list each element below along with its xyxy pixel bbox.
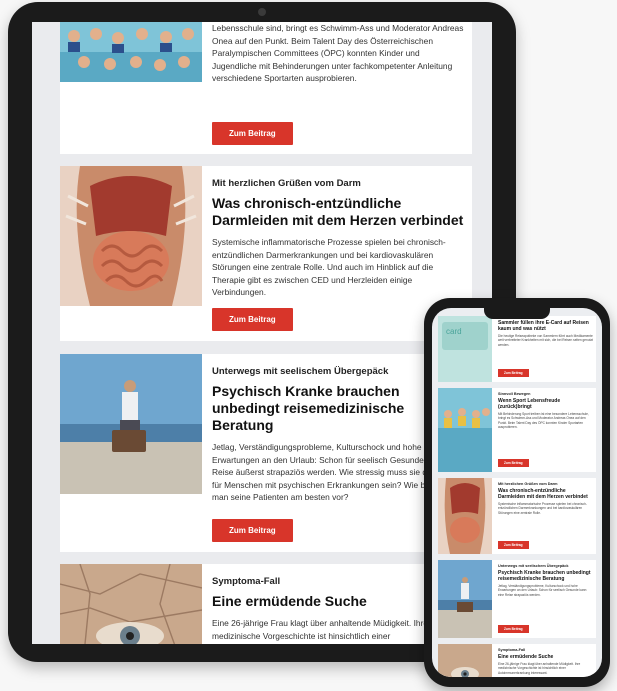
phone-zum-beitrag-button[interactable]: Zum Beitrag: [498, 369, 529, 377]
article-text: Lebensschule sind, bringt es Schwimm-Ass…: [212, 23, 464, 83]
phone-item-text: Die heutige Reiseapotheke von Sammlern f…: [498, 334, 593, 347]
article-body: Mit herzlichen Grüßen vom Darm Was chron…: [212, 178, 464, 299]
phone-list-item: Mit herzlichen Grüßen vom Darm Was chron…: [438, 478, 596, 554]
phone-item-text: Jetlag, Verständigungsprobleme, Kultursc…: [498, 584, 587, 597]
phone-thumb-eye: [438, 644, 492, 677]
phone-item-body: Symptoma-Fall Eine ermüdende Suche Eine …: [498, 648, 593, 675]
phone-device: card Sammler füllen ihre E-Card auf Reis…: [424, 298, 610, 687]
article-body: Lebensschule sind, bringt es Schwimm-Ass…: [212, 22, 464, 85]
phone-list-item: Unterwegs mit seelischem Übergepäck Psyc…: [438, 560, 596, 638]
phone-item-title[interactable]: Sammler füllen ihre E-Card auf Reisen ka…: [498, 320, 593, 332]
phone-zum-beitrag-button[interactable]: Zum Beitrag: [498, 459, 529, 467]
article-text: Systemische inflammatorische Prozesse sp…: [212, 237, 446, 297]
phone-zum-beitrag-button[interactable]: Zum Beitrag: [498, 625, 529, 633]
phone-item-text: Systemische inflammatorische Prozesse sp…: [498, 502, 587, 515]
phone-list-item: card Sammler füllen ihre E-Card auf Reis…: [438, 316, 596, 382]
phone-item-text: Mit Behinderung Sport treiben ist eine b…: [498, 412, 589, 429]
phone-item-title[interactable]: Psychisch Kranke brauchen unbedingt reis…: [498, 570, 593, 582]
svg-text:card: card: [446, 327, 462, 336]
zum-beitrag-button[interactable]: Zum Beitrag: [212, 122, 293, 145]
zum-beitrag-button[interactable]: Zum Beitrag: [212, 308, 293, 331]
phone-item-body: Sammler füllen ihre E-Card auf Reisen ka…: [498, 320, 593, 347]
tablet-screen[interactable]: Lebensschule sind, bringt es Schwimm-Ass…: [32, 22, 492, 644]
article-image-eye: [60, 564, 202, 644]
phone-item-kicker: Sinnvoll Bewegen: [498, 392, 531, 396]
phone-item-text: Eine 26-jährige Frau klagt über anhalten…: [498, 662, 581, 675]
phone-list-item: Symptoma-Fall Eine ermüdende Suche Eine …: [438, 644, 596, 677]
tablet-camera: [258, 8, 266, 16]
phone-item-body: Sinnvoll Bewegen Wenn Sport Lebensfreude…: [498, 392, 593, 429]
phone-thumb-card: card: [438, 316, 492, 382]
phone-item-body: Mit herzlichen Grüßen vom Darm Was chron…: [498, 482, 593, 515]
phone-list-item: Sinnvoll Bewegen Wenn Sport Lebensfreude…: [438, 388, 596, 472]
phone-item-kicker: Mit herzlichen Grüßen vom Darm: [498, 482, 558, 486]
article-image-anatomy: [60, 166, 202, 306]
phone-thumb-travel: [438, 560, 492, 638]
zum-beitrag-button[interactable]: Zum Beitrag: [212, 519, 293, 542]
phone-item-kicker: Symptoma-Fall: [498, 648, 526, 652]
article-kicker: Mit herzlichen Grüßen vom Darm: [212, 178, 361, 189]
article-card-reise: Unterwegs mit seelischem Übergepäck Psyc…: [60, 354, 472, 552]
phone-item-title[interactable]: Wenn Sport Lebensfreude (zurück)bringt: [498, 398, 593, 410]
article-image-travel: [60, 354, 202, 494]
phone-screen[interactable]: card Sammler füllen ihre E-Card auf Reis…: [432, 308, 602, 677]
article-card-symptoma: Symptoma-Fall Eine ermüdende Suche Eine …: [60, 564, 472, 644]
phone-zum-beitrag-button[interactable]: Zum Beitrag: [498, 541, 529, 549]
article-card-darm: Mit herzlichen Grüßen vom Darm Was chron…: [60, 166, 472, 341]
phone-item-body: Unterwegs mit seelischem Übergepäck Psyc…: [498, 564, 593, 597]
phone-item-title[interactable]: Was chronisch-entzündliche Darmleiden mi…: [498, 488, 593, 500]
phone-thumb-anatomy: [438, 478, 492, 554]
article-image-pool: [60, 22, 202, 82]
article-card-sport: Lebensschule sind, bringt es Schwimm-Ass…: [60, 22, 472, 154]
phone-thumb-pool: [438, 388, 492, 472]
phone-item-kicker: Unterwegs mit seelischem Übergepäck: [498, 564, 569, 568]
article-title[interactable]: Was chronisch-entzündliche Darmleiden mi…: [212, 195, 464, 229]
phone-item-title[interactable]: Eine ermüdende Suche: [498, 654, 593, 660]
phone-notch: [484, 308, 550, 319]
